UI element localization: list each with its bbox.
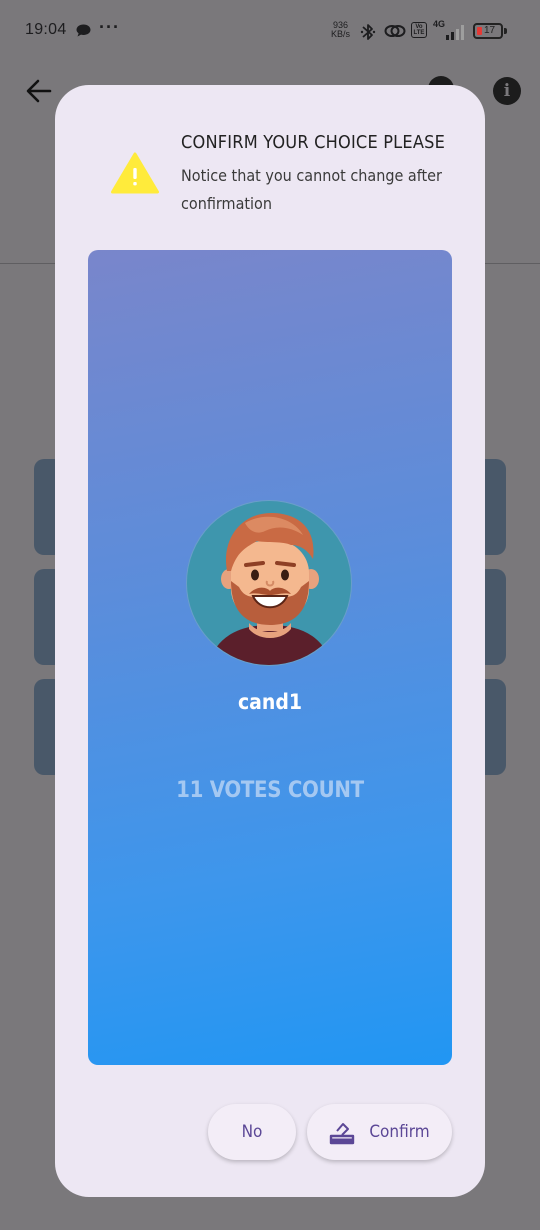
dialog-message: Notice that you cannot change after conf… <box>181 166 442 213</box>
chat-icon <box>76 24 91 37</box>
confirm-button[interactable]: Confirm <box>307 1104 452 1160</box>
battery-level: 17 <box>484 25 496 36</box>
avatar-image <box>186 500 352 666</box>
candidate-card: cand1 11 VOTES COUNT <box>88 250 452 1065</box>
network-speed: 936 KB/s <box>331 21 350 39</box>
status-bar: 19:04 ··· 936 KB/s Vo LTE 4G 17 <box>0 0 540 62</box>
network-type-label: 4G <box>433 19 446 29</box>
confirm-dialog: CONFIRM YOUR CHOICE PLEASE Notice that y… <box>55 85 485 1197</box>
warning-icon <box>111 152 159 194</box>
no-button[interactable]: No <box>208 1104 296 1160</box>
signal-icon <box>446 25 464 40</box>
network-type: 4G <box>433 20 445 29</box>
votes-count: 11 VOTES COUNT <box>176 778 364 803</box>
ballot-icon <box>330 1123 355 1145</box>
status-time: 19:04 <box>25 21 67 38</box>
battery-icon: 17 <box>473 23 503 39</box>
info-icon[interactable]: i <box>493 77 521 105</box>
more-notifications-icon: ··· <box>99 17 120 37</box>
candidate-name: cand1 <box>237 690 303 714</box>
bluetooth-icon <box>360 24 376 40</box>
battery-fill <box>477 27 482 35</box>
link-icon <box>384 25 406 37</box>
volte-icon: Vo LTE <box>411 22 427 38</box>
battery-tip <box>504 28 507 34</box>
no-button-label: No <box>241 1122 263 1142</box>
confirm-button-label: Confirm <box>369 1122 430 1142</box>
back-arrow-icon[interactable] <box>25 77 53 105</box>
speed-unit: KB/s <box>331 29 351 39</box>
dialog-title: CONFIRM YOUR CHOICE PLEASE <box>181 132 446 153</box>
